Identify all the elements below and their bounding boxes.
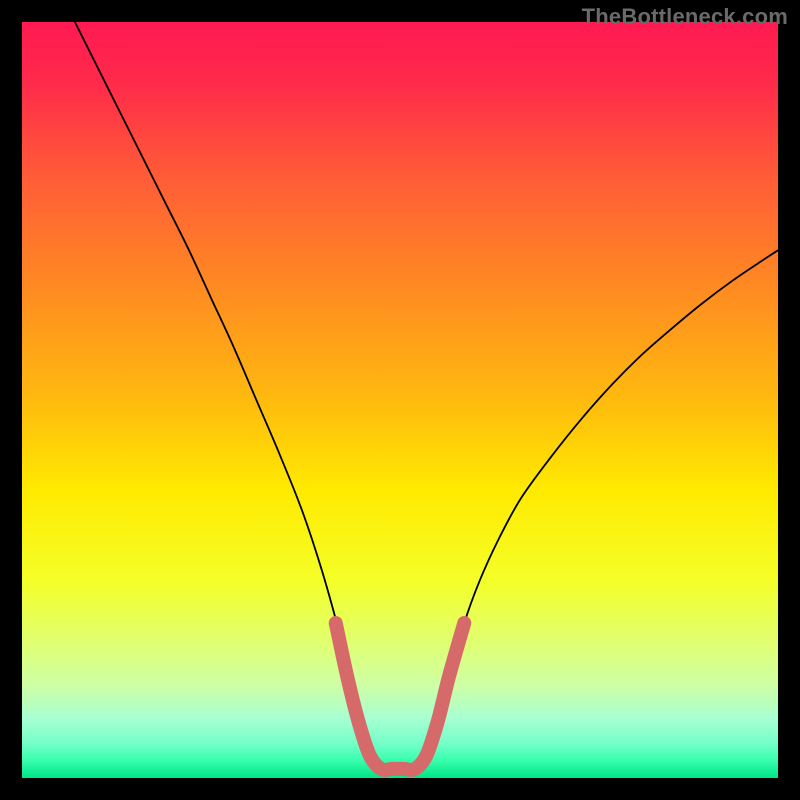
gradient-background bbox=[22, 22, 778, 778]
chart-svg bbox=[22, 22, 778, 778]
plot-area bbox=[22, 22, 778, 778]
chart-stage: TheBottleneck.com bbox=[0, 0, 800, 800]
watermark-text: TheBottleneck.com bbox=[582, 4, 788, 30]
